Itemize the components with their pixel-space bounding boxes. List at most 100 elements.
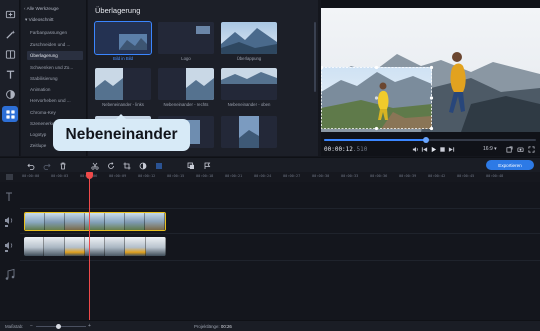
redo-icon[interactable] — [42, 161, 51, 170]
track-divider — [20, 260, 540, 261]
library-scrollbar[interactable] — [314, 22, 316, 92]
ruler-tick-label: 00:00:33 — [341, 174, 359, 178]
all-tools-label: Alle Werkzeuge — [26, 6, 59, 11]
play-icon[interactable] — [429, 145, 437, 153]
overlay-clip[interactable] — [24, 212, 166, 231]
filters-icon[interactable] — [2, 86, 18, 102]
snapshot-icon[interactable] — [516, 145, 524, 153]
fullscreen-icon[interactable] — [527, 145, 535, 153]
tool-item-logo[interactable]: Logotyp — [30, 132, 46, 137]
overlay-tile-pip[interactable] — [94, 21, 152, 55]
stop-icon[interactable] — [438, 145, 446, 153]
timecode-fraction: .510 — [352, 146, 368, 153]
ruler-tick-label: 00:00:36 — [370, 174, 388, 178]
skip-start-icon[interactable] — [420, 145, 428, 153]
ruler-tick-label: 00:00:39 — [399, 174, 417, 178]
main-track-speaker-icon[interactable] — [4, 239, 16, 253]
ruler-tick-label: 00:00:21 — [225, 174, 243, 178]
preview-scrubber-handle[interactable] — [422, 137, 429, 143]
clip-properties-icon[interactable] — [154, 161, 163, 170]
tool-item-overlay[interactable]: Überlagerung — [27, 51, 83, 60]
overlay-tile-side-top[interactable] — [221, 68, 277, 100]
preview-frame[interactable] — [321, 8, 540, 132]
overlay-tile-side-left-label: Nebeneinander - links — [102, 102, 144, 107]
overlay-tile-9[interactable] — [221, 116, 277, 148]
tool-item-slow-motion[interactable]: Zeitlupe — [30, 143, 46, 148]
playhead-handle[interactable] — [86, 172, 93, 179]
tooltip: Nebeneinander — [53, 119, 190, 151]
overlay-tile-overlap[interactable] — [221, 22, 277, 54]
clip-thumbnail — [84, 237, 106, 256]
clip-thumbnail — [44, 237, 65, 256]
ruler-tick-label: 00:00:09 — [109, 174, 127, 178]
status-bar: Maßstab: − + Projektlänge: 00:26 — [0, 320, 540, 331]
timeline-settings-icon[interactable] — [6, 174, 13, 180]
import-icon[interactable] — [2, 6, 18, 22]
overlay-tile-pip-label: Bild in Bild — [112, 56, 134, 61]
tool-item-highlight[interactable]: Hervorheben und ... — [30, 98, 71, 103]
tool-item-stabilization[interactable]: Stabilisierung — [30, 76, 58, 81]
titles-icon[interactable] — [2, 66, 18, 82]
delete-icon[interactable] — [58, 161, 67, 170]
tooltip-text: Nebeneinander — [65, 126, 178, 143]
timeline — [0, 182, 540, 320]
tool-item-pan-zoom[interactable]: Schwenken und Zo... — [30, 65, 73, 70]
timecode-main: 00:00:12 — [324, 146, 353, 153]
track-divider — [20, 233, 540, 234]
overlay-tile-side-right[interactable] — [158, 68, 214, 100]
library-title: Überlagerung — [95, 6, 141, 15]
transitions-icon[interactable] — [2, 46, 18, 62]
clip-thumbnail — [105, 213, 125, 230]
overlay-tile-logo[interactable] — [158, 22, 214, 54]
project-duration: Projektlänge: 00:26 — [194, 324, 232, 329]
clip-thumbnail — [25, 213, 45, 230]
skip-end-icon[interactable] — [447, 145, 455, 153]
preview-panel: 00:00:12.510 16:9 ▾ — [321, 0, 540, 156]
speaker-icon[interactable] — [411, 145, 419, 153]
clip-thumbnail — [145, 213, 165, 230]
color-icon[interactable] — [138, 161, 147, 170]
ruler-tick-label: 00:00:12 — [138, 174, 156, 178]
tool-item-color-adjust[interactable]: Farbanpassungen — [30, 30, 67, 35]
ruler-tick-label: 00:00:30 — [312, 174, 330, 178]
zoom-slider[interactable] — [36, 326, 86, 327]
all-tools-link[interactable]: ‹ Alle Werkzeuge — [24, 6, 59, 11]
clip-thumbnail — [105, 237, 126, 256]
timeline-ruler[interactable]: 00:00:0000:00:0300:00:0600:00:0900:00:12… — [0, 172, 540, 182]
ruler-tick-label: 00:00:42 — [428, 174, 446, 178]
cut-icon[interactable] — [90, 161, 99, 170]
overlay-icon[interactable] — [186, 161, 195, 170]
clip-thumbnail — [125, 213, 145, 230]
undo-icon[interactable] — [26, 161, 35, 170]
export-button[interactable]: Exportieren — [486, 160, 534, 170]
zoom-in-icon[interactable]: + — [88, 323, 91, 329]
duration-value: 00:26 — [220, 324, 232, 329]
preview-scrubber[interactable] — [324, 137, 536, 143]
crop-icon[interactable] — [122, 161, 131, 170]
more-tools-icon[interactable] — [2, 106, 18, 122]
detach-preview-icon[interactable] — [505, 145, 513, 153]
marker-icon[interactable] — [202, 161, 211, 170]
aspect-ratio-select[interactable]: 16:9 ▾ — [483, 146, 497, 152]
tool-item-crop[interactable]: Zuschneiden und ... — [30, 42, 70, 47]
clip-thumbnail — [65, 213, 85, 230]
music-note-icon — [5, 268, 15, 280]
tool-item-animation[interactable]: Animation — [30, 87, 50, 92]
preview-controls: 00:00:12.510 16:9 ▾ — [321, 134, 540, 156]
main-track-header — [0, 235, 20, 257]
magic-wand-icon[interactable] — [2, 26, 18, 42]
rotate-icon[interactable] — [106, 161, 115, 170]
playhead[interactable] — [89, 172, 90, 320]
overlay-tile-logo-label: Logo — [181, 56, 191, 61]
overlay-track-speaker-icon[interactable] — [4, 214, 16, 228]
preview-timecode: 00:00:12.510 — [324, 146, 367, 153]
ruler-tick-label: 00:00:27 — [283, 174, 301, 178]
zoom-out-icon[interactable]: − — [30, 323, 33, 329]
tools-section-header[interactable]: ▾ Videoschnitt — [25, 17, 54, 23]
zoom-slider-handle[interactable] — [56, 324, 61, 329]
overlay-tile-side-top-label: Nebeneinander - oben — [227, 102, 271, 107]
overlay-tile-side-left[interactable] — [95, 68, 151, 100]
main-video-clip[interactable] — [24, 237, 166, 256]
duration-label: Projektlänge: — [194, 324, 220, 329]
tool-item-chroma-key[interactable]: Chroma-Key — [30, 110, 56, 115]
